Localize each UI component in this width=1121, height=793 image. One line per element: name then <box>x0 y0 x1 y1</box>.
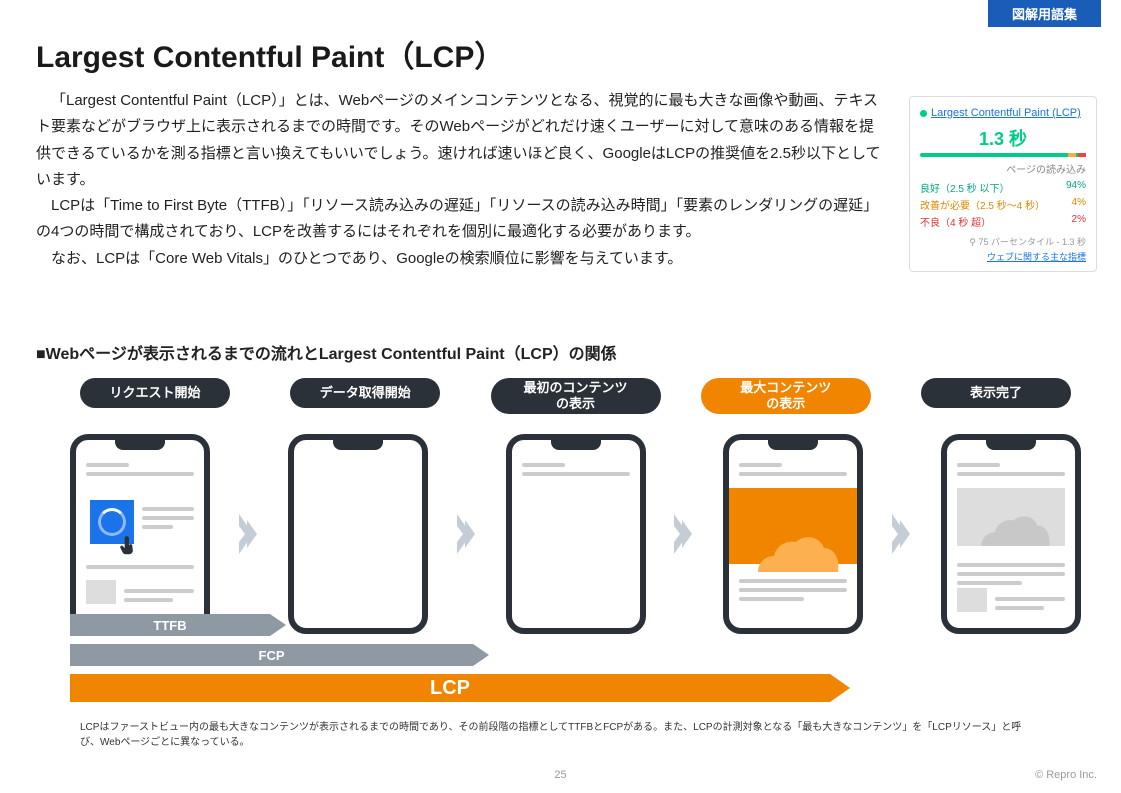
badge-glossary: 図解用語集 <box>988 0 1101 27</box>
phone-fetch <box>288 434 428 634</box>
phone-request <box>70 434 210 634</box>
phones-row <box>70 434 1081 634</box>
copyright: © Repro Inc. <box>1035 769 1097 781</box>
desc-para-2: LCPは「Time to First Byte（TTFB）」「リソース読み込みの… <box>36 193 886 246</box>
description: 「Largest Contentful Paint（LCP）」とは、Webページ… <box>36 88 886 272</box>
page-number: 25 <box>554 769 566 781</box>
metrics-link[interactable]: ウェブに関する主な指標 <box>920 250 1086 263</box>
phone-lcp <box>723 434 863 634</box>
section-heading: ■Webページが表示されるまでの流れとLargest Contentful Pa… <box>36 340 617 364</box>
metrics-row-good: 良好（2.5 秒 以下）94% <box>920 180 1086 195</box>
lcp-arrow: LCP <box>70 674 830 702</box>
stage-labels: リクエスト開始 データ取得開始 最初のコンテンツの表示 最大コンテンツの表示 表… <box>70 378 1081 414</box>
chevron-icon <box>452 514 482 554</box>
metrics-percentile: ⚲ 75 パーセンタイル - 1.3 秒 <box>920 235 1086 248</box>
stage-2-label: データ取得開始 <box>290 378 440 408</box>
phone-complete <box>941 434 1081 634</box>
metrics-subtitle: ページの読み込み <box>920 161 1086 176</box>
tap-hand-icon <box>116 532 142 562</box>
stage-5-label: 表示完了 <box>921 378 1071 408</box>
status-dot-icon <box>920 110 927 117</box>
chevron-icon <box>669 514 699 554</box>
metrics-title[interactable]: Largest Contentful Paint (LCP) <box>931 107 1081 119</box>
metric-arrows: TTFB FCP LCP <box>70 614 830 710</box>
metrics-row-improve: 改善が必要（2.5 秒〜4 秒）4% <box>920 197 1086 212</box>
stage-4-label: 最大コンテンツの表示 <box>701 378 871 414</box>
chevron-icon <box>234 514 264 554</box>
stage-3-label: 最初のコンテンツの表示 <box>491 378 661 414</box>
ttfb-arrow: TTFB <box>70 614 270 636</box>
lcp-metrics-card: Largest Contentful Paint (LCP) 1.3 秒 ページ… <box>909 96 1097 272</box>
page-title: Largest Contentful Paint（LCP） <box>36 32 504 76</box>
stage-1-label: リクエスト開始 <box>80 378 230 408</box>
lcp-element-icon <box>729 488 857 564</box>
phone-fcp <box>506 434 646 634</box>
desc-para-1: 「Largest Contentful Paint（LCP）」とは、Webページ… <box>36 88 886 193</box>
metrics-bar <box>920 153 1086 157</box>
metrics-value: 1.3 秒 <box>920 125 1086 151</box>
desc-para-3: なお、LCPは「Core Web Vitals」のひとつであり、Googleの検… <box>36 246 886 272</box>
metrics-row-poor: 不良（4 秒 超）2% <box>920 214 1086 229</box>
chevron-icon <box>887 514 917 554</box>
footnote: LCPはファーストビュー内の最も大きなコンテンツが表示されるまでの時間であり、そ… <box>80 720 1041 750</box>
fcp-arrow: FCP <box>70 644 473 666</box>
